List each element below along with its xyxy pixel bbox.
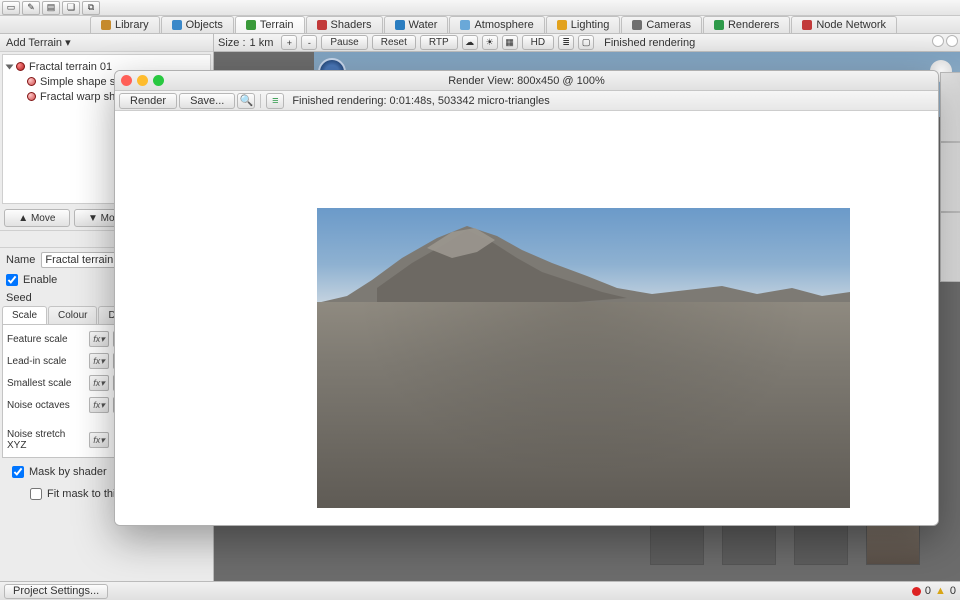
layers-icon[interactable]: ❏: [62, 1, 80, 15]
tab-lighting[interactable]: Lighting: [546, 16, 621, 33]
viewport-status: Finished rendering: [604, 37, 695, 49]
side-tab[interactable]: [940, 212, 960, 282]
thumbnail-row: [650, 525, 920, 565]
node-icon: [16, 62, 25, 71]
tab-library[interactable]: Library: [90, 16, 160, 33]
tab-objects[interactable]: Objects: [161, 16, 234, 33]
pause-button[interactable]: Pause: [321, 35, 367, 50]
project-settings-button[interactable]: Project Settings...: [4, 584, 108, 599]
size-value: 1 km: [250, 37, 274, 49]
tab-label: Shaders: [331, 19, 372, 31]
minimize-icon[interactable]: [137, 75, 148, 86]
tree-label: Fractal terrain 01: [29, 61, 112, 73]
tab-label: Objects: [186, 19, 223, 31]
size-label: Size :: [218, 37, 246, 49]
new-icon[interactable]: ▭: [2, 1, 20, 15]
thumbnail[interactable]: [866, 525, 920, 565]
render-canvas-area: [115, 111, 938, 525]
render-button[interactable]: Render: [119, 93, 177, 109]
tab-cameras[interactable]: Cameras: [621, 16, 702, 33]
sun-icon[interactable]: ☀: [482, 35, 498, 50]
tab-label: Renderers: [728, 19, 779, 31]
info-icon[interactable]: ≡: [266, 93, 284, 109]
rendered-image: [317, 208, 850, 508]
node-icon: [27, 77, 36, 86]
add-terrain-label: Add Terrain: [6, 37, 62, 49]
viewport-toolbar: Size : 1 km + - Pause Reset RTP ☁ ☀ ▦ HD…: [214, 34, 960, 52]
thumbnail[interactable]: [650, 525, 704, 565]
thumbnail[interactable]: [794, 525, 848, 565]
viewmode-b-icon[interactable]: [946, 35, 958, 47]
open-icon[interactable]: ✎: [22, 1, 40, 15]
fx-button-icon[interactable]: fx▾: [89, 375, 109, 391]
status-bar: Project Settings... 0 ▲ 0: [0, 581, 960, 600]
render-titlebar[interactable]: Render View: 800x450 @ 100%: [115, 71, 938, 91]
tab-shaders[interactable]: Shaders: [306, 16, 383, 33]
tab-label: Lighting: [571, 19, 610, 31]
fx-button-icon[interactable]: fx▾: [89, 432, 109, 448]
square-icon[interactable]: ▢: [578, 35, 594, 50]
rtp-button[interactable]: RTP: [420, 35, 458, 50]
fx-button-icon[interactable]: fx▾: [89, 397, 109, 413]
save-render-button[interactable]: Save...: [179, 93, 235, 109]
hd-button[interactable]: HD: [522, 35, 554, 50]
prop-label: Lead-in scale: [7, 356, 85, 367]
name-label: Name: [6, 254, 35, 266]
tab-label: Atmosphere: [474, 19, 533, 31]
render-status: Finished rendering: 0:01:48s, 503342 mic…: [292, 95, 549, 107]
error-icon: [912, 587, 921, 596]
duplicate-icon[interactable]: ⧉: [82, 1, 100, 15]
thumbnail[interactable]: [722, 525, 776, 565]
module-tabs: Library Objects Terrain Shaders Water At…: [0, 16, 960, 34]
tab-label: Water: [409, 19, 438, 31]
render-view-window[interactable]: Render View: 800x450 @ 100% Render Save.…: [114, 70, 939, 526]
proptab-colour[interactable]: Colour: [48, 306, 97, 324]
mini-toolbar: ▭ ✎ ▤ ❏ ⧉: [0, 0, 960, 16]
tab-atmosphere[interactable]: Atmosphere: [449, 16, 544, 33]
enable-label: Enable: [23, 274, 57, 286]
side-tab[interactable]: [940, 142, 960, 212]
render-ground: [317, 302, 850, 508]
warning-icon: ▲: [935, 585, 946, 597]
tab-node-network[interactable]: Node Network: [791, 16, 897, 33]
proptab-scale[interactable]: Scale: [2, 306, 47, 324]
prop-label: Smallest scale: [7, 378, 85, 389]
reset-button[interactable]: Reset: [372, 35, 416, 50]
disclosure-icon[interactable]: [6, 64, 14, 69]
tab-label: Cameras: [646, 19, 691, 31]
zoom-icon[interactable]: [153, 75, 164, 86]
grid-icon[interactable]: ▦: [502, 35, 518, 50]
side-tabs: [940, 72, 960, 282]
error-count: 0: [925, 585, 931, 597]
prop-label: Noise octaves: [7, 400, 85, 411]
mask-label: Mask by shader: [29, 466, 107, 478]
viewmode-a-icon[interactable]: [932, 35, 944, 47]
tab-label: Node Network: [816, 19, 886, 31]
save-icon[interactable]: ▤: [42, 1, 60, 15]
node-icon: [27, 92, 36, 101]
prop-label: Noise stretch XYZ: [7, 429, 85, 451]
tab-renderers[interactable]: Renderers: [703, 16, 790, 33]
fitmask-label: Fit mask to this: [47, 488, 121, 500]
tab-terrain[interactable]: Terrain: [235, 16, 305, 33]
side-tab[interactable]: [940, 72, 960, 142]
render-title: Render View: 800x450 @ 100%: [448, 75, 605, 87]
warning-count: 0: [950, 585, 956, 597]
zoom-out-button[interactable]: -: [301, 35, 317, 50]
zoom-tool-icon[interactable]: 🔍: [237, 93, 255, 109]
dropdown-icon: ▾: [65, 36, 71, 49]
tab-label: Terrain: [260, 19, 294, 31]
add-terrain-dropdown[interactable]: Add Terrain ▾: [0, 34, 213, 52]
move-up-button[interactable]: ▲ Move: [4, 209, 70, 227]
tab-water[interactable]: Water: [384, 16, 449, 33]
fx-button-icon[interactable]: fx▾: [89, 353, 109, 369]
close-icon[interactable]: [121, 75, 132, 86]
fx-button-icon[interactable]: fx▾: [89, 331, 109, 347]
tab-label: Library: [115, 19, 149, 31]
zoom-in-button[interactable]: +: [281, 35, 297, 50]
cloud-icon[interactable]: ☁: [462, 35, 478, 50]
render-toolbar: Render Save... 🔍 ≡ Finished rendering: 0…: [115, 91, 938, 111]
layers-toggle-icon[interactable]: ≣: [558, 35, 574, 50]
prop-label: Feature scale: [7, 334, 85, 345]
